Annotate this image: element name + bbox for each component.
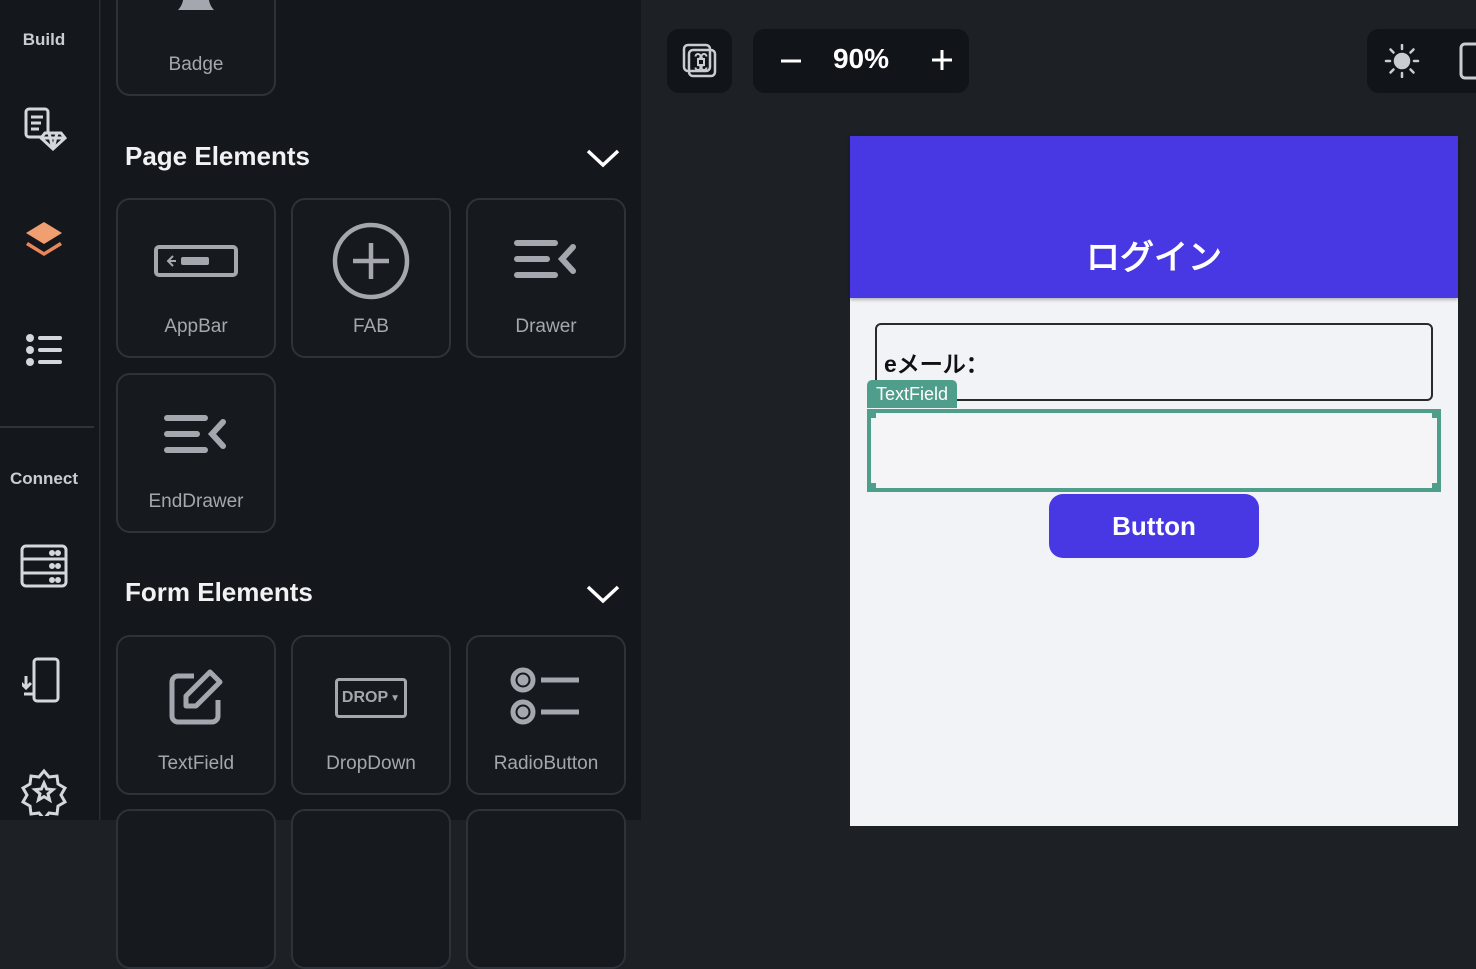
bell-icon (118, 0, 274, 42)
dropdown-icon-text: DROP (341, 689, 389, 706)
widget-tile-textfield[interactable]: TextField (116, 635, 276, 795)
plus-circle-icon (293, 218, 449, 304)
command-key-button[interactable] (667, 29, 732, 93)
widget-tile-drawer[interactable]: Drawer (466, 198, 626, 358)
resize-handle[interactable] (867, 483, 876, 492)
resize-handle[interactable] (1432, 483, 1441, 492)
build-section-label: Build (22, 30, 66, 49)
command-key-icon (682, 43, 717, 78)
widget-tile-fab[interactable]: FAB (291, 198, 451, 358)
widget-tile-badge[interactable]: Badge (116, 0, 276, 96)
zoom-level: 90% (832, 43, 890, 74)
chevron-down-icon[interactable] (585, 146, 621, 170)
widget-tile-enddrawer[interactable]: EndDrawer (116, 373, 276, 533)
chevron-down-icon[interactable] (585, 582, 621, 606)
database-icon[interactable] (18, 540, 70, 592)
edit-icon (118, 655, 274, 741)
gear-star-icon[interactable] (18, 766, 70, 818)
form-elements-title: Form Elements (125, 577, 313, 607)
resize-handle[interactable] (1432, 409, 1441, 418)
widget-tile-partial[interactable] (291, 809, 451, 969)
widget-tile-label: DropDown (326, 753, 416, 774)
page-elements-title: Page Elements (125, 141, 310, 171)
selected-widget-tag: TextField (867, 380, 958, 408)
widget-tile-label: AppBar (164, 316, 228, 337)
appbar-icon (118, 218, 274, 304)
mobile-download-icon[interactable] (18, 654, 70, 706)
email-label: eメール： (884, 351, 989, 377)
widget-tile-partial[interactable] (116, 809, 276, 969)
widget-panel: Badge Page Elements AppBar FAB Drawer En… (101, 0, 641, 969)
widget-tile-partial[interactable] (466, 809, 626, 969)
end-drawer-icon (118, 393, 274, 479)
dropdown-icon: DROP ▼ (293, 655, 449, 741)
list-icon[interactable] (18, 324, 70, 376)
canvas-area: 90% ログイン eメール： TextField Button (642, 0, 1476, 826)
device-preview: ログイン eメール： TextField Button (850, 136, 1458, 826)
preview-appbar-title: ログイン (1086, 239, 1222, 277)
device-frame-icon[interactable] (1459, 42, 1476, 80)
widget-tile-label: RadioButton (493, 753, 599, 774)
sun-icon[interactable] (1384, 44, 1420, 78)
view-toggle-group (1367, 29, 1476, 93)
selected-textfield[interactable] (867, 409, 1441, 492)
radio-list-icon (468, 655, 624, 741)
preview-appbar[interactable]: ログイン (850, 136, 1458, 298)
rail-divider (0, 426, 94, 428)
widget-tile-label: Badge (168, 54, 224, 75)
widget-tile-appbar[interactable]: AppBar (116, 198, 276, 358)
widget-tile-label: Drawer (515, 316, 577, 337)
resize-handle[interactable] (867, 409, 876, 418)
layers-icon[interactable] (18, 214, 70, 266)
widget-tile-label: TextField (157, 753, 235, 774)
connect-section-label: Connect (10, 469, 78, 488)
widget-tile-label: EndDrawer (148, 491, 244, 512)
preview-button[interactable]: Button (1049, 494, 1259, 558)
minus-icon[interactable] (780, 51, 802, 71)
widget-tile-label: FAB (353, 316, 389, 337)
email-label-container[interactable]: eメール： (875, 323, 1433, 401)
widget-tile-dropdown[interactable]: DROP ▼ DropDown (291, 635, 451, 795)
widget-tile-radiobutton[interactable]: RadioButton (466, 635, 626, 795)
zoom-control: 90% (753, 29, 969, 93)
theme-gem-icon[interactable] (18, 102, 70, 154)
plus-icon[interactable] (931, 49, 953, 71)
left-rail: Build Connect (0, 0, 100, 820)
drawer-icon (468, 218, 624, 304)
